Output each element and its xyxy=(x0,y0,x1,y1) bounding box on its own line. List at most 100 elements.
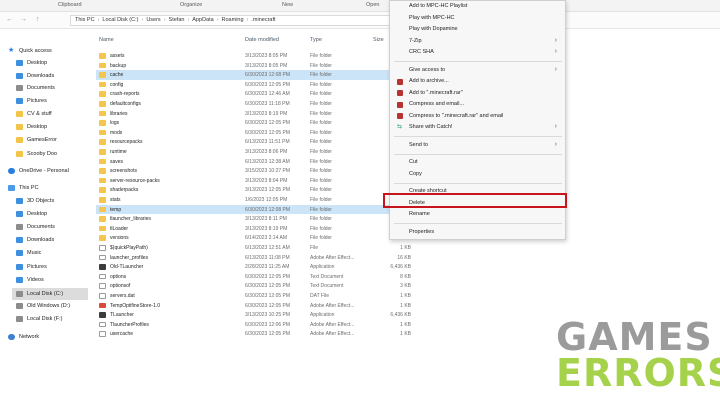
file-date: 6/30/2023 12:05 PM xyxy=(245,129,291,136)
menu-item-compress-to-minecraft-rar-and-email[interactable]: Compress to ".minecraft.rar" and email xyxy=(390,111,565,122)
sidebar-item[interactable]: GamesError xyxy=(12,134,88,146)
sidebar-item[interactable]: Local Disk (F:) xyxy=(12,313,88,325)
menu-item-add-to-minecraft-rar[interactable]: Add to ".minecraft.rar" xyxy=(390,88,565,99)
sidebar-item[interactable]: 3D Objects xyxy=(12,195,88,207)
menu-item-add-to-mpc-hc-playlist[interactable]: Add to MPC-HC Playlist xyxy=(390,1,565,12)
file-date: 6/30/2023 12:05 PM xyxy=(245,81,291,88)
menu-item-7-zip[interactable]: 7-Zip › xyxy=(390,36,565,47)
file-date: 3/15/2023 10:27 PM xyxy=(245,168,291,175)
file-name: config xyxy=(110,81,124,88)
sidebar-item[interactable]: ★ Quick access xyxy=(4,45,88,57)
sidebar-item[interactable]: Documents xyxy=(12,82,88,94)
breadcrumb-segment[interactable]: Users xyxy=(146,17,160,23)
sidebar-item[interactable]: Music xyxy=(12,247,88,259)
file-row[interactable]: Old-TLauncher 2/28/2023 11:25 AM Applicati… xyxy=(96,262,421,272)
file-row[interactable]: servers.dat 6/30/2023 12:05 PM DAT File 1 K… xyxy=(96,291,421,301)
menu-item-label: Play with MPC-HC xyxy=(409,14,455,21)
column-header-type[interactable]: Type xyxy=(310,37,322,43)
file-type: File folder xyxy=(310,177,332,184)
folder-row[interactable]: defaultconfigs 6/30/2023 11:18 PM File fol… xyxy=(96,99,421,109)
folder-row[interactable]: screenshots 3/15/2023 10:27 PM File folder xyxy=(96,166,421,176)
breadcrumb-segment[interactable]: This PC xyxy=(75,17,95,23)
folder-row[interactable]: libraries 3/13/2023 8:19 PM File folder xyxy=(96,109,421,119)
sidebar-item[interactable]: Desktop xyxy=(12,208,88,220)
file-row[interactable]: TLauncher 3/13/2023 10:25 PM Application 6,… xyxy=(96,310,421,320)
file-size: 1 KB xyxy=(400,302,411,309)
sidebar-item[interactable]: Downloads xyxy=(12,234,88,246)
sidebar-item[interactable]: Pictures xyxy=(12,261,88,273)
menu-item-copy[interactable]: Copy xyxy=(390,169,565,180)
breadcrumb-segment[interactable]: AppData xyxy=(192,17,213,23)
folder-row[interactable]: assets 3/13/2023 8:05 PM File folder xyxy=(96,51,421,61)
breadcrumb-segment[interactable]: Local Disk (C:) xyxy=(102,17,138,23)
star-icon: ★ xyxy=(8,47,15,54)
sidebar-item[interactable]: OneDrive - Personal xyxy=(4,165,88,177)
back-arrow-icon[interactable]: ← xyxy=(6,16,13,23)
folder-row[interactable]: crash-reports 6/30/2023 12:46 AM File fold… xyxy=(96,89,421,99)
folder-row[interactable]: versions 6/14/2023 2:14 AM File folder xyxy=(96,233,421,243)
menu-item-label: Give access to xyxy=(409,66,446,73)
sidebar-item[interactable]: Local Disk (C:) xyxy=(12,288,88,300)
menu-item-rename[interactable]: Rename xyxy=(390,209,565,220)
file-row[interactable]: launcher_profiles 6/13/2023 11:08 PM Adobe… xyxy=(96,253,421,263)
menu-item-compress-and-email[interactable]: Compress and email... xyxy=(390,99,565,110)
file-date: 6/30/2023 12:46 AM xyxy=(245,91,290,98)
menu-item-give-access-to[interactable]: Give access to › xyxy=(390,65,565,76)
sidebar-item[interactable]: Old Windows (D:) xyxy=(12,300,88,312)
sidebar-item[interactable]: Videos xyxy=(12,274,88,286)
folder-row[interactable]: stats 1/6/2023 12:05 PM File folder xyxy=(96,195,421,205)
menu-item-send-to[interactable]: Send to › xyxy=(390,140,565,151)
file-date: 3/13/2023 8:04 PM xyxy=(245,177,288,184)
sidebar-item[interactable]: Scooby Doo xyxy=(12,148,88,160)
file-row[interactable]: usercache 6/30/2023 12:05 PM Adobe After E… xyxy=(96,329,421,339)
file-row[interactable]: TempOptifineStore-1.0 6/30/2023 12:05 PM A… xyxy=(96,301,421,311)
folder-row[interactable]: logs 6/30/2023 12:05 PM File folder xyxy=(96,118,421,128)
sidebar-item[interactable]: Documents xyxy=(12,221,88,233)
file-row[interactable]: options 6/30/2023 12:05 PM Text Document 8 … xyxy=(96,272,421,282)
winrar-icon xyxy=(397,101,403,108)
file-type: File folder xyxy=(310,187,332,194)
folder-row[interactable]: backup 3/13/2023 8:05 PM File folder xyxy=(96,61,421,71)
menu-item-play-with-mpc-hc[interactable]: Play with MPC-HC xyxy=(390,13,565,24)
sidebar-item[interactable]: Downloads xyxy=(12,70,88,82)
sidebar-item-label: Pictures xyxy=(27,264,47,270)
menu-item-properties[interactable]: Properties xyxy=(390,227,565,238)
menu-item-share-with-catch[interactable]: ⇆ Share with Catch! › xyxy=(390,122,565,133)
column-header-size[interactable]: Size xyxy=(373,37,384,43)
menu-item-add-to-archive[interactable]: Add to archive... xyxy=(390,76,565,87)
folder-row[interactable]: temp 6/30/2023 12:08 PM File folder xyxy=(96,204,421,215)
sidebar-item[interactable]: CV & stuff xyxy=(12,108,88,120)
menu-item-play-with-dopamine[interactable]: Play with Dopamine xyxy=(390,24,565,35)
column-header-name[interactable]: Name xyxy=(99,37,114,43)
menu-item-cut[interactable]: Cut xyxy=(390,157,565,168)
menu-item-crc-sha[interactable]: CRC SHA › xyxy=(390,47,565,58)
folder-row[interactable]: runtime 3/13/2023 8:06 PM File folder xyxy=(96,147,421,157)
file-row[interactable]: $(quickPlayPath) 6/13/2023 12:51 AM File 1 … xyxy=(96,243,421,253)
folder-row[interactable]: resourcepacks 6/13/2023 11:51 PM File fold… xyxy=(96,137,421,147)
sidebar-item[interactable]: Desktop xyxy=(12,57,88,69)
folder-row[interactable]: tlauncher_libraries 3/13/2023 8:11 PM File… xyxy=(96,214,421,224)
file-row[interactable]: TlauncherProfiles 6/30/2023 12:06 PM Adobe… xyxy=(96,320,421,330)
folder-icon xyxy=(99,72,106,78)
sidebar-item[interactable]: Pictures xyxy=(12,95,88,107)
sidebar-item[interactable]: Desktop xyxy=(12,121,88,133)
breadcrumb-segment[interactable]: Stefan xyxy=(169,17,185,23)
folder-row[interactable]: server-resource-packs 3/13/2023 8:04 PM Fi… xyxy=(96,176,421,186)
breadcrumb-segment[interactable]: Roaming xyxy=(222,17,244,23)
folder-row[interactable]: mods 6/30/2023 12:05 PM File folder xyxy=(96,128,421,138)
sidebar-item[interactable]: This PC xyxy=(4,182,88,194)
folder-row[interactable]: cache 6/30/2023 12:08 PM File folder xyxy=(96,70,421,80)
folder-row[interactable]: config 6/30/2023 12:05 PM File folder xyxy=(96,80,421,90)
up-arrow-icon[interactable]: ↑ xyxy=(36,16,40,23)
folder-row[interactable]: saves 6/13/2023 12:38 AM File folder xyxy=(96,157,421,167)
column-header-date[interactable]: Date modified xyxy=(245,37,279,43)
folder-row[interactable]: shaderpacks 3/13/2023 12:05 PM File folder xyxy=(96,185,421,195)
forward-arrow-icon[interactable]: → xyxy=(20,16,27,23)
sidebar-item-label: Documents xyxy=(27,85,55,91)
menu-item-label: Share with Catch! xyxy=(409,124,453,130)
file-row[interactable]: optionsof 6/30/2023 12:05 PM Text Document… xyxy=(96,281,421,291)
breadcrumb-segment[interactable]: .minecraft xyxy=(251,17,275,23)
folder-row[interactable]: tlLoader 3/13/2023 8:19 PM File folder xyxy=(96,224,421,234)
sidebar-item[interactable]: Network xyxy=(4,331,88,343)
sidebar-item-label: Pictures xyxy=(27,98,47,104)
